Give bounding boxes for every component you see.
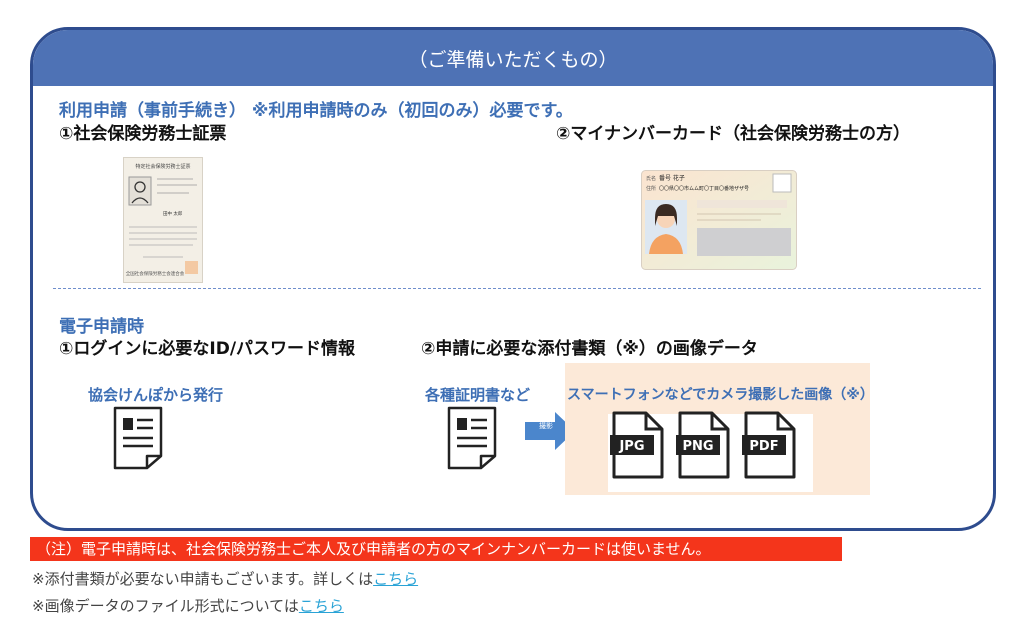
- issued-by-note: 協会けんぽから発行: [88, 386, 224, 404]
- requirements-panel: （ご準備いただくもの） 利用申請（事前手続き） ※利用申請時のみ（初回のみ）必要…: [30, 27, 996, 531]
- pdf-label: PDF: [749, 439, 778, 454]
- mynumber-card-image: 氏名 番号 花子 住所 〇〇県〇〇市ムム町〇丁目〇番地ザザ号: [641, 170, 797, 270]
- item-image-data-label: ②申請に必要な添付書類（※）の画像データ: [421, 339, 758, 359]
- png-label: PNG: [682, 439, 713, 454]
- file-format-icons: JPG PNG PDF: [610, 411, 796, 479]
- certificates-note: 各種証明書など: [425, 386, 531, 404]
- certificate-name: 田中 太郎: [163, 210, 183, 217]
- footnote-attachments: ※添付書類が必要ない申請もございます。詳しくはこちら: [32, 568, 418, 589]
- certificate-footer: 全国社会保険労務士会連合会: [126, 270, 185, 277]
- card-name: 番号 花子: [659, 174, 685, 182]
- pdf-file-icon: PDF: [742, 411, 796, 479]
- document-icon: [113, 406, 163, 470]
- certificate-document-icon: [447, 406, 497, 470]
- jpg-label: JPG: [618, 439, 644, 454]
- panel-header: （ご準備いただくもの）: [33, 30, 993, 86]
- item-login-info-label: ①ログインに必要なID/パスワード情報: [59, 339, 356, 359]
- attachments-details-link[interactable]: こちら: [373, 570, 418, 588]
- footnote-file-format-text: ※画像データのファイル形式については: [32, 597, 299, 615]
- item-certificate-label: ①社会保険労務士証票: [59, 124, 227, 144]
- certificate-title: 特定社会保険労務士証票: [135, 163, 190, 170]
- card-address-label: 住所: [646, 185, 656, 192]
- section-divider: [53, 288, 981, 289]
- footnote-file-format: ※画像データのファイル形式についてはこちら: [32, 595, 344, 616]
- certificate-card-image: 特定社会保険労務士証票 田中 太郎 全国社会保険労務士会連合会: [123, 157, 203, 283]
- file-format-details-link[interactable]: こちら: [299, 597, 344, 615]
- section-title-registration: 利用申請（事前手続き） ※利用申請時のみ（初回のみ）必要です。: [59, 101, 573, 121]
- camera-images-note: スマートフォンなどでカメラ撮影した画像（※）: [567, 387, 874, 403]
- warning-banner: （注）電子申請時は、社会保険労務士ご本人及び申請者の方のマインナンバーカードは使…: [30, 537, 842, 561]
- item-mynumber-label: ②マイナンバーカード（社会保険労務士の方）: [556, 124, 911, 144]
- footnote-attachments-text: ※添付書類が必要ない申請もございます。詳しくは: [32, 570, 374, 588]
- png-file-icon: PNG: [676, 411, 730, 479]
- card-address: 〇〇県〇〇市ムム町〇丁目〇番地ザザ号: [659, 185, 749, 192]
- card-name-label: 氏名: [646, 175, 656, 182]
- arrow-label: 撮影: [539, 422, 553, 430]
- jpg-file-icon: JPG: [610, 411, 664, 479]
